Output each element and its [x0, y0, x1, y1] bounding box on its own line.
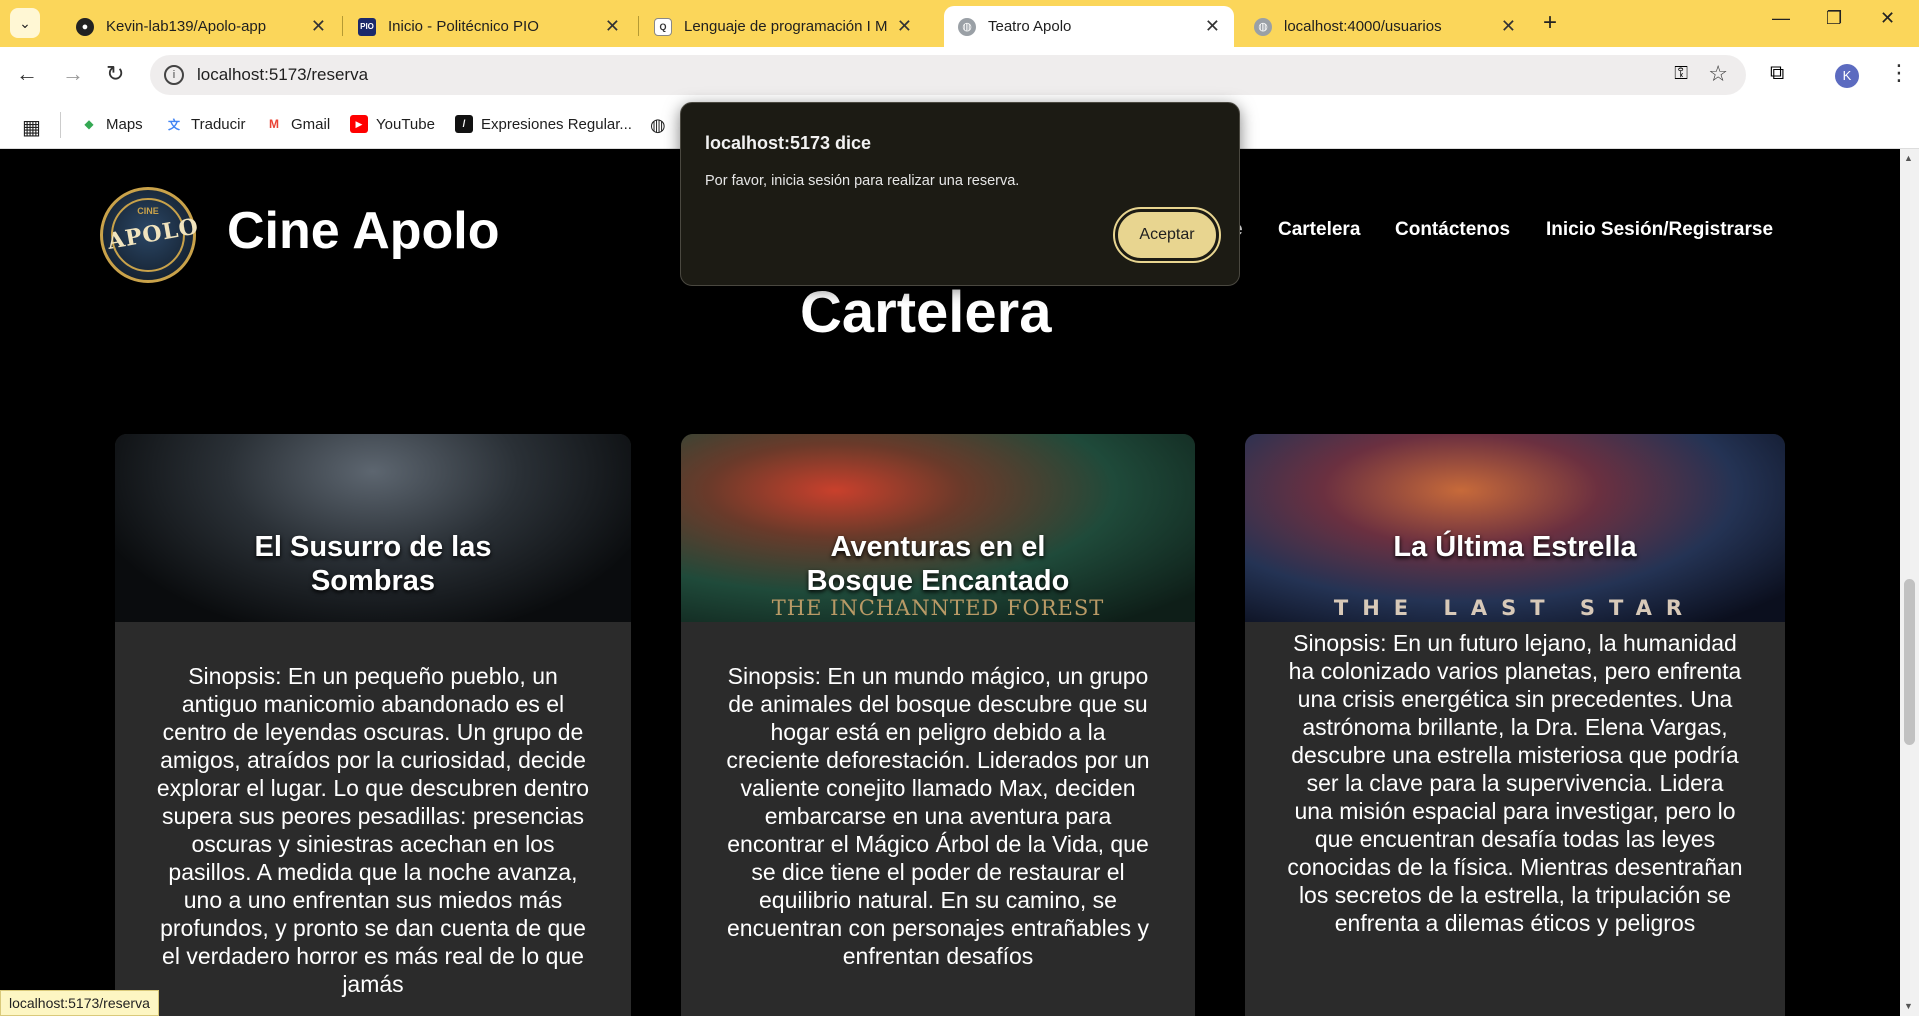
scroll-down-arrow[interactable]: ▼: [1904, 1001, 1913, 1011]
bookmark-gmail[interactable]: M Gmail: [265, 115, 330, 133]
close-icon[interactable]: ✕: [605, 16, 620, 37]
movie-synopsis: Sinopsis: En un mundo mágico, un grupo d…: [726, 663, 1150, 969]
tab-search-button[interactable]: ⌄: [10, 8, 40, 38]
maps-icon: ◆: [84, 117, 94, 131]
close-icon[interactable]: ✕: [897, 16, 912, 37]
status-bar-url: localhost:5173/reserva: [0, 990, 159, 1016]
minimize-button[interactable]: —: [1772, 8, 1790, 29]
scrollbar-thumb[interactable]: [1904, 579, 1915, 745]
close-icon[interactable]: ✕: [1501, 16, 1516, 37]
tab-divider: [638, 16, 639, 36]
gmail-icon: M: [269, 117, 279, 131]
dialog-message: Por favor, inicia sesión para realizar u…: [705, 173, 1020, 189]
movie-card[interactable]: El Susurro de las Sombras Sinopsis: En u…: [115, 434, 631, 1016]
globe-icon: ◍: [958, 17, 976, 36]
apps-grid-icon[interactable]: ▦: [22, 115, 41, 140]
dialog-title: localhost:5173 dice: [705, 133, 872, 153]
movie-title: La Última Estrella: [1245, 530, 1785, 564]
browser-toolbar: ← → ↻ i localhost:5173/reserva ⚿ ☆: [0, 47, 1919, 103]
pio-icon: PIO: [358, 17, 376, 36]
tab-title: Kevin-lab139/Apolo-app: [106, 18, 267, 35]
password-key-icon[interactable]: ⚿: [1674, 63, 1688, 84]
bookmark-label: Gmail: [291, 115, 331, 133]
movie-synopsis: Sinopsis: En un futuro lejano, la humani…: [1287, 630, 1743, 936]
nav-link-cartelera[interactable]: Cartelera: [1278, 219, 1360, 241]
movie-title: El Susurro de las Sombras: [115, 530, 631, 598]
movie-title-line: Aventuras en el: [830, 531, 1046, 563]
movie-title-line: Sombras: [310, 565, 436, 597]
profile-avatar[interactable]: K: [1835, 64, 1859, 88]
accept-button[interactable]: Aceptar: [1113, 207, 1221, 263]
site-info-icon[interactable]: i: [164, 65, 184, 85]
chevron-down-icon: ⌄: [19, 14, 31, 31]
reload-button[interactable]: ↻: [106, 61, 124, 87]
nav-link-contactenos[interactable]: Contáctenos: [1395, 219, 1510, 241]
tab-title: localhost:4000/usuarios: [1284, 18, 1442, 35]
bookmark-star-icon[interactable]: ☆: [1708, 61, 1728, 87]
movie-card[interactable]: Aventuras en el Bosque Encantado THE INC…: [681, 434, 1195, 1016]
close-icon[interactable]: ✕: [1205, 16, 1220, 37]
poster-subtitle: THE LAST STAR: [1333, 596, 1697, 620]
globe-icon[interactable]: ◍: [650, 115, 666, 136]
plus-icon: +: [1543, 9, 1558, 36]
bookmark-traducir[interactable]: 文 Traducir: [165, 115, 245, 133]
bookmark-regex[interactable]: / Expresiones Regular...: [455, 115, 632, 133]
alert-dialog: localhost:5173 dice Por favor, inicia se…: [680, 102, 1240, 286]
bookmark-label: Maps: [106, 115, 143, 133]
close-icon[interactable]: ✕: [311, 16, 326, 37]
tab-title: Teatro Apolo: [988, 18, 1072, 35]
url-text[interactable]: localhost:5173/reserva: [197, 65, 368, 85]
more-menu-icon[interactable]: ⋮: [1888, 60, 1910, 86]
bookmark-label: Traducir: [191, 115, 246, 133]
tab-strip: ⌄ ● Kevin-lab139/Apolo-app ✕ PIO Inicio …: [0, 0, 1919, 47]
bookmark-label: Expresiones Regular...: [481, 115, 632, 133]
movie-title-line: La Última Estrella: [1393, 531, 1637, 563]
bookmark-maps[interactable]: ◆ Maps: [80, 115, 143, 133]
poster-subtitle: THE INCHANNTED FOREST: [771, 596, 1105, 620]
movie-title-line: El Susurro de las: [254, 531, 492, 563]
cine-apolo-logo[interactable]: CINE APOLO: [100, 187, 201, 283]
tab-github[interactable]: ● Kevin-lab139/Apolo-app ✕: [62, 6, 340, 47]
regex-icon: /: [455, 115, 473, 133]
tab-divider: [342, 16, 343, 36]
movie-card[interactable]: La Última Estrella THE LAST STAR Sinopsi…: [1245, 434, 1785, 1016]
scroll-up-arrow[interactable]: ▲: [1904, 153, 1913, 163]
bookmark-divider: [60, 112, 61, 138]
new-tab-button[interactable]: +: [1543, 9, 1557, 37]
close-window-button[interactable]: ✕: [1880, 8, 1895, 29]
youtube-icon: ▶: [350, 115, 368, 133]
course-icon: Q: [654, 17, 672, 36]
brand-title: Cine Apolo: [227, 202, 500, 260]
back-button[interactable]: ←: [16, 61, 38, 87]
address-bar[interactable]: i localhost:5173/reserva ⚿ ☆: [150, 55, 1746, 95]
translate-icon: 文: [167, 117, 180, 132]
tab-usuarios[interactable]: ◍ localhost:4000/usuarios ✕: [1240, 6, 1530, 47]
movie-poster: Aventuras en el Bosque Encantado THE INC…: [681, 434, 1195, 622]
movie-title: Aventuras en el Bosque Encantado: [681, 530, 1195, 598]
nav-link-login[interactable]: Inicio Sesión/Registrarse: [1546, 219, 1773, 241]
extensions-icon[interactable]: ⧉: [1770, 62, 1784, 85]
page-scrollbar[interactable]: ▲ ▼: [1900, 149, 1919, 1016]
tab-title: Lenguaje de programación I M: [684, 18, 888, 35]
forward-button[interactable]: →: [62, 61, 84, 87]
movie-synopsis: Sinopsis: En un pequeño pueblo, un antig…: [156, 663, 590, 997]
movie-poster: El Susurro de las Sombras: [115, 434, 631, 622]
movie-title-line: Bosque Encantado: [806, 565, 1070, 597]
logo-small-text: CINE: [137, 206, 159, 216]
tab-lenguaje[interactable]: Q Lenguaje de programación I M ✕: [640, 6, 926, 47]
tab-title: Inicio - Politécnico PIO: [388, 18, 539, 35]
movie-poster: La Última Estrella THE LAST STAR: [1245, 434, 1785, 622]
section-title: Cartelera: [800, 280, 1052, 345]
globe-icon: ◍: [1254, 17, 1272, 36]
bookmark-label: YouTube: [376, 115, 435, 133]
tab-teatro-apolo[interactable]: ◍ Teatro Apolo ✕: [944, 6, 1234, 47]
tab-politecnico[interactable]: PIO Inicio - Politécnico PIO ✕: [344, 6, 634, 47]
restore-button[interactable]: ❐: [1826, 8, 1842, 29]
github-icon: ●: [76, 17, 94, 36]
bookmark-youtube[interactable]: ▶ YouTube: [350, 115, 435, 133]
